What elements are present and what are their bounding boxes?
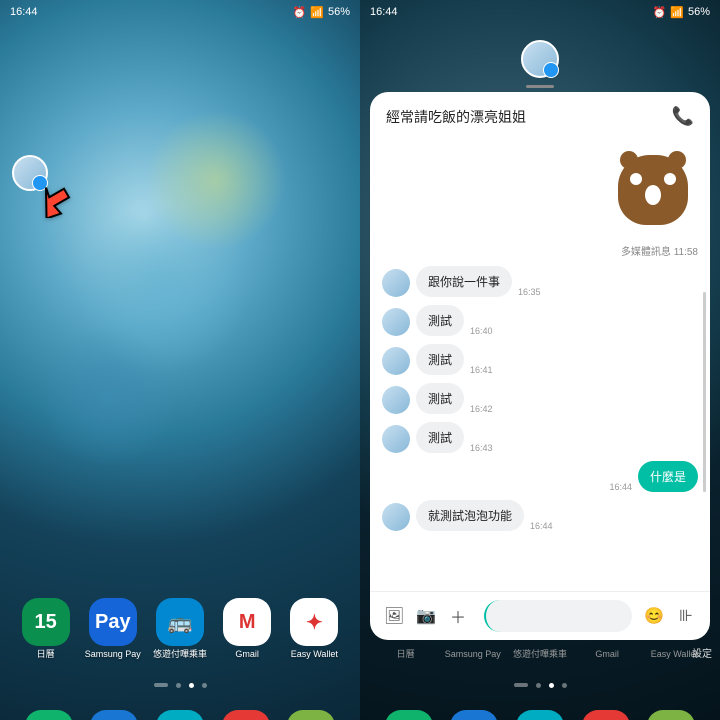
home-screen-left: 16:44 ⏰ 📶 56% 15 日曆 Pay Samsung Pay 🚌 悠遊付嗶乘車 M… [0,0,360,720]
message-row: 跟你說一件事 16:35 [382,266,698,297]
hotseat-app[interactable] [450,710,498,720]
message-row: 測試 16:43 [382,422,698,453]
message-time: 16:40 [470,326,493,336]
app-label: 悠遊付嗶乘車 [153,650,207,660]
app-label: Samsung Pay [85,650,141,660]
hotseat-app[interactable] [385,710,433,720]
hotseat-app[interactable] [287,710,335,720]
dimmed-dock: 日曆Samsung Pay悠遊付嗶乘車GmailEasy Wallet [360,650,720,660]
app-Gmail[interactable]: M Gmail [217,598,277,660]
message-row: 16:44 什麼是 [382,461,698,492]
app-label: Samsung Pay [443,650,503,660]
chat-panel: 經常請吃飯的漂亮姐姐 📞 多媒體訊息 11:58 跟你說一件事 16:35 測試 16… [370,92,710,640]
app-label: 日曆 [37,650,55,660]
emoji-icon[interactable]: 😊 [644,606,664,626]
avatar [382,269,410,297]
message-row: 測試 16:42 [382,383,698,414]
app-悠遊付嗶乘車: 悠遊付嗶乘車 [510,650,570,660]
app-label: Easy Wallet [291,650,338,660]
message-time: 16:44 [530,521,553,531]
status-time: 16:44 [370,6,398,18]
drag-handle[interactable] [526,85,554,88]
battery-text: 56% [328,6,350,18]
chat-input-bar: 🖼 📷 ＋ 😊 ⊪ [370,591,710,640]
message-bubble[interactable]: 測試 [416,383,464,414]
app-label: 日曆 [376,650,436,660]
hotseat-app[interactable] [582,710,630,720]
message-row: 測試 16:40 [382,305,698,336]
avatar [382,308,410,336]
hotseat-app[interactable] [647,710,695,720]
chat-header: 經常請吃飯的漂亮姐姐 📞 [370,92,710,137]
hotseat-app[interactable] [90,710,138,720]
page-indicator [360,683,720,688]
app-icon: M [223,598,271,646]
app-日曆: 日曆 [376,650,436,660]
hotseat-app[interactable] [25,710,73,720]
app-Samsung Pay[interactable]: Pay Samsung Pay [83,598,143,660]
hotseat [0,710,360,720]
voice-icon[interactable]: ⊪ [676,606,696,626]
wifi-icon: 📶 [670,6,684,19]
chat-bubble-expanded[interactable] [521,40,559,78]
plus-icon[interactable]: ＋ [448,604,468,628]
app-icon: ✦ [290,598,338,646]
avatar [382,503,410,531]
status-bar: 16:44 ⏰ 📶 56% [0,0,360,24]
chat-title: 經常請吃飯的漂亮姐姐 [386,107,526,127]
alarm-icon: ⏰ [653,6,667,19]
message-row: 就測試泡泡功能 16:44 [382,500,698,531]
hotseat-app[interactable] [156,710,204,720]
hotseat [360,710,720,720]
avatar [382,347,410,375]
message-time: 16:43 [470,443,493,453]
avatar [382,386,410,414]
app-icon: 15 [22,598,70,646]
app-label: Gmail [235,650,259,660]
message-time: 16:41 [470,365,493,375]
home-screen-right: 16:44 ⏰ 📶 56% 經常請吃飯的漂亮姐姐 📞 [360,0,720,720]
sticker-meta: 多媒體訊息 11:58 [382,243,698,266]
message-bubble[interactable]: 就測試泡泡功能 [416,500,524,531]
message-bubble[interactable]: 測試 [416,344,464,375]
app-label: Gmail [577,650,637,660]
status-bar: 16:44 ⏰ 📶 56% [360,0,720,24]
message-time: 16:35 [518,287,541,297]
message-input[interactable] [484,600,632,632]
call-icon[interactable]: 📞 [672,106,694,127]
message-time: 16:42 [470,404,493,414]
app-dock: 15 日曆 Pay Samsung Pay 🚌 悠遊付嗶乘車 M Gmail ✦ Easy Wal… [0,598,360,660]
message-row: 測試 16:41 [382,344,698,375]
battery-text: 56% [688,6,710,18]
alarm-icon: ⏰ [293,6,307,19]
wifi-icon: 📶 [310,6,324,19]
hotseat-app[interactable] [516,710,564,720]
page-indicator [0,683,360,688]
pointer-arrow [32,178,72,218]
gallery-icon[interactable]: 🖼 [384,606,404,626]
app-label: 悠遊付嗶乘車 [510,650,570,660]
camera-icon[interactable]: 📷 [416,606,436,626]
status-time: 16:44 [10,6,38,18]
app-icon: Pay [89,598,137,646]
app-悠遊付嗶乘車[interactable]: 🚌 悠遊付嗶乘車 [150,598,210,660]
scrollbar[interactable] [703,292,706,492]
sticker-message [382,137,698,243]
chat-body[interactable]: 多媒體訊息 11:58 跟你說一件事 16:35 測試 16:40 測試 16:41 測試 1… [370,137,710,591]
hotseat-app[interactable] [222,710,270,720]
avatar [382,425,410,453]
app-icon: 🚌 [156,598,204,646]
message-bubble[interactable]: 跟你說一件事 [416,266,512,297]
app-Easy Wallet[interactable]: ✦ Easy Wallet [284,598,344,660]
message-time: 16:44 [609,482,632,492]
app-日曆[interactable]: 15 日曆 [16,598,76,660]
app-Gmail: Gmail [577,650,637,660]
app-Samsung Pay: Samsung Pay [443,650,503,660]
message-bubble[interactable]: 什麼是 [638,461,698,492]
settings-link[interactable]: 設定 [692,645,712,660]
message-bubble[interactable]: 測試 [416,305,464,336]
message-bubble[interactable]: 測試 [416,422,464,453]
